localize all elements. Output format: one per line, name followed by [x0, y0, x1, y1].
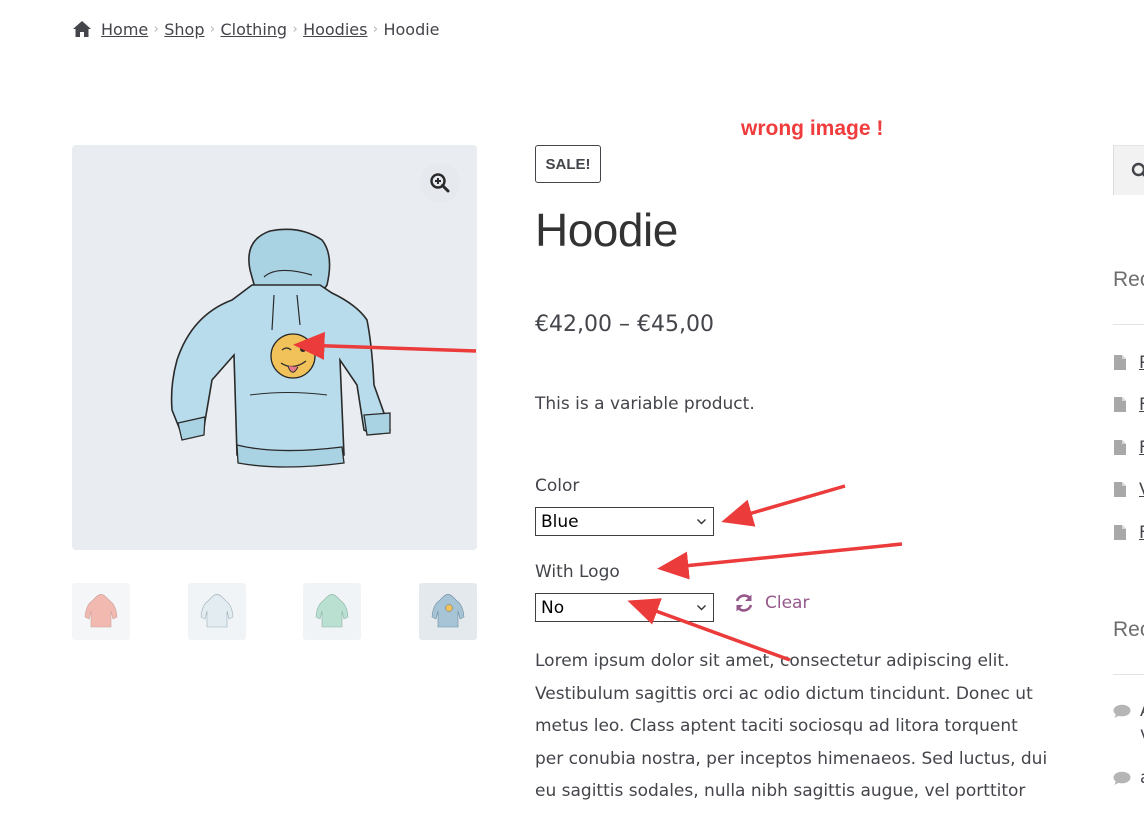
product-price: €42,00 – €45,00 [535, 312, 714, 337]
document-icon [1114, 482, 1126, 497]
refresh-icon [735, 594, 753, 612]
sidebar-divider [1113, 674, 1144, 675]
sidebar-widget-title-recent-posts: Rec [1113, 268, 1144, 291]
sidebar-post-link[interactable]: F [1139, 438, 1144, 458]
annotation-text: wrong image ! [741, 117, 884, 140]
breadcrumb: Home › Shop › Clothing › Hoodies › Hoodi… [72, 17, 440, 41]
zoom-button[interactable] [420, 163, 460, 203]
sidebar-post-item[interactable]: R [1113, 353, 1144, 374]
sidebar-widget-title-recent-comments: Rec [1113, 618, 1144, 641]
breadcrumb-clothing[interactable]: Clothing [221, 20, 288, 39]
clear-variations-link[interactable]: Clear [733, 592, 809, 614]
sidebar-search[interactable] [1113, 145, 1144, 195]
sidebar-post-item[interactable]: F [1113, 395, 1144, 416]
breadcrumb-current: Hoodie [383, 19, 440, 39]
thumbnail-pink-hoodie[interactable] [72, 583, 130, 640]
sidebar-post-link[interactable]: R [1139, 353, 1144, 373]
sidebar-divider [1113, 324, 1144, 325]
sidebar-comment-link[interactable]: A [1140, 701, 1144, 721]
document-icon [1114, 440, 1126, 455]
document-icon [1114, 355, 1126, 370]
search-icon [1131, 162, 1144, 177]
sidebar-post-item[interactable]: V [1113, 480, 1144, 501]
with-logo-select[interactable]: No [535, 593, 714, 622]
arrow-to-with-logo-label [657, 542, 903, 580]
sidebar-post-link[interactable]: F [1139, 395, 1144, 415]
sidebar-comment-item[interactable]: a [1113, 768, 1144, 791]
thumbnail-white-hoodie[interactable] [188, 583, 246, 640]
sidebar-comment-item[interactable]: A v [1113, 701, 1144, 744]
thumbnail-green-hoodie[interactable] [303, 583, 361, 640]
chevron-down-icon [697, 605, 706, 611]
sidebar-comment-link: a [1140, 768, 1144, 788]
thumbnail-blue-hoodie-logo[interactable] [419, 583, 477, 640]
product-title: Hoodie [535, 204, 678, 256]
comment-icon [1113, 704, 1131, 718]
chevron-right-icon: › [292, 21, 298, 37]
color-select[interactable]: Blue [535, 507, 714, 536]
hoodie-image [170, 228, 391, 468]
color-select-value: Blue [541, 511, 579, 532]
breadcrumb-hoodies[interactable]: Hoodies [303, 20, 367, 39]
sidebar-post-link[interactable]: F [1139, 523, 1144, 543]
color-label: Color [535, 476, 580, 496]
chevron-down-icon [697, 519, 706, 525]
sidebar-comment-link[interactable]: v [1140, 724, 1144, 744]
chevron-right-icon: › [153, 21, 159, 37]
zoom-in-icon [430, 173, 450, 193]
sidebar-post-link[interactable]: V [1139, 480, 1144, 500]
chevron-right-icon: › [209, 21, 216, 37]
arrow-to-color-select [721, 484, 846, 527]
sidebar-post-item[interactable]: F [1113, 523, 1144, 544]
with-logo-select-value: No [541, 597, 565, 618]
product-short-description: This is a variable product. [535, 394, 755, 414]
sale-badge: SALE! [535, 145, 601, 183]
document-icon [1114, 525, 1126, 540]
breadcrumb-home[interactable]: Home [101, 20, 148, 39]
thumbnail-strip [72, 583, 477, 640]
chevron-right-icon: › [372, 21, 379, 37]
document-icon [1114, 397, 1126, 412]
breadcrumb-shop[interactable]: Shop [164, 20, 204, 39]
product-main-image[interactable] [72, 145, 477, 550]
product-description: Lorem ipsum dolor sit amet, consectetur … [535, 651, 1048, 801]
home-icon[interactable] [72, 20, 92, 38]
with-logo-label: With Logo [535, 562, 620, 582]
sidebar-post-item[interactable]: F [1113, 438, 1144, 459]
clear-label: Clear [765, 593, 810, 613]
comment-icon [1113, 771, 1131, 785]
